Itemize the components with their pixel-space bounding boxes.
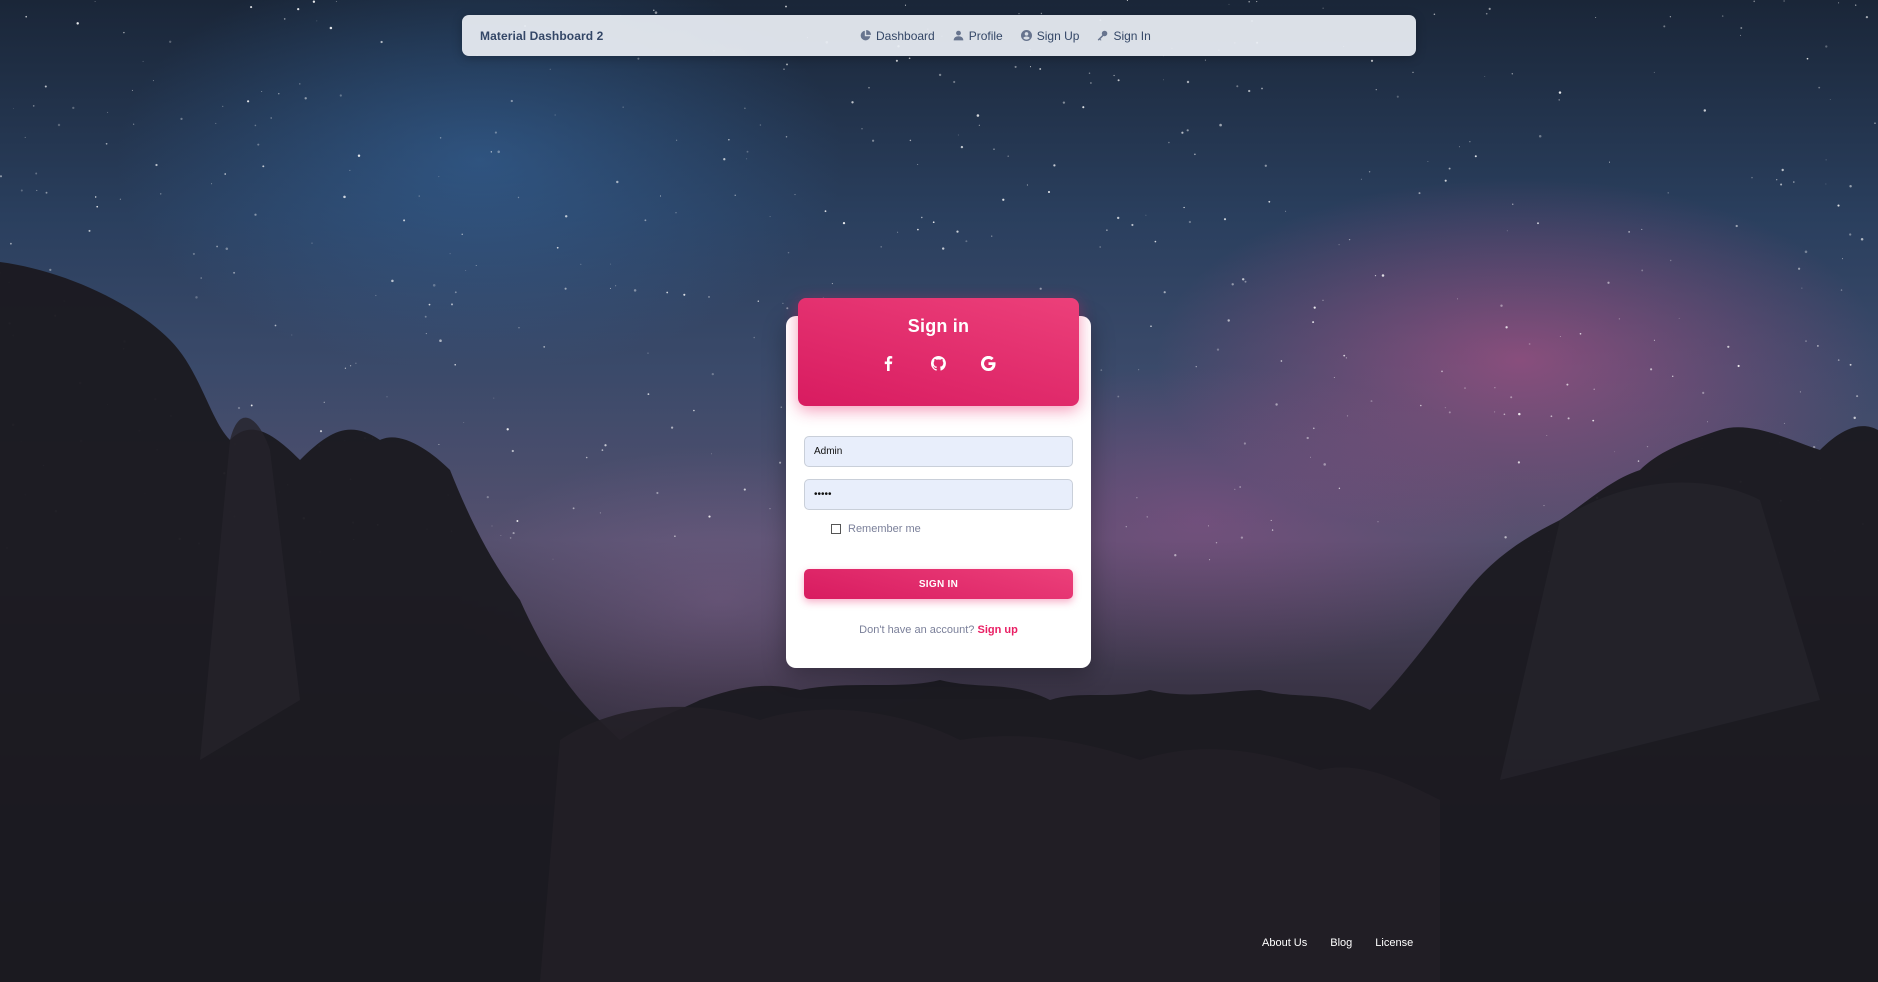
facebook-icon: [884, 355, 893, 371]
signup-link[interactable]: Sign up: [977, 624, 1017, 636]
nav-links: Dashboard Profile Sign Up Sign In: [860, 15, 1151, 56]
sign-in-button[interactable]: SIGN IN: [804, 569, 1073, 599]
signin-card-header: Sign in: [798, 298, 1079, 406]
footer-about-us-link[interactable]: About Us: [1262, 937, 1307, 949]
remember-me: Remember me: [831, 523, 921, 535]
nav-signup-label: Sign Up: [1036, 28, 1080, 43]
github-login-button[interactable]: [931, 355, 947, 371]
footer-links: About Us Blog License: [1262, 937, 1413, 949]
footer-license-link[interactable]: License: [1375, 937, 1413, 949]
nav-profile-label: Profile: [968, 28, 1003, 43]
username-input[interactable]: [804, 436, 1073, 467]
nav-signin-label: Sign In: [1113, 28, 1151, 43]
password-input[interactable]: [804, 479, 1073, 510]
person-icon: [953, 30, 964, 41]
brand-name[interactable]: Material Dashboard 2: [480, 29, 603, 43]
no-account-text: Don't have an account?: [859, 624, 975, 636]
footer-blog-link[interactable]: Blog: [1330, 937, 1352, 949]
nav-signup-link[interactable]: Sign Up: [1020, 28, 1080, 43]
nav-dashboard-label: Dashboard: [876, 28, 935, 43]
facebook-login-button[interactable]: [881, 355, 897, 371]
google-login-button[interactable]: [981, 355, 997, 371]
key-icon: [1098, 30, 1108, 41]
signup-prompt: Don't have an account? Sign up: [786, 624, 1091, 636]
github-icon: [931, 355, 946, 371]
social-login-buttons: [798, 355, 1079, 371]
remember-me-label[interactable]: Remember me: [848, 523, 921, 535]
top-navbar: Material Dashboard 2 Dashboard Profile S…: [462, 15, 1416, 56]
account-circle-icon: [1020, 30, 1032, 41]
signin-title: Sign in: [907, 316, 970, 336]
google-icon: [981, 355, 996, 371]
nav-profile-link[interactable]: Profile: [953, 29, 1003, 43]
remember-me-checkbox[interactable]: [831, 524, 841, 534]
nav-signin-link[interactable]: Sign In: [1097, 28, 1151, 43]
pie-chart-icon: [860, 30, 871, 41]
nav-dashboard-link[interactable]: Dashboard: [860, 29, 935, 43]
